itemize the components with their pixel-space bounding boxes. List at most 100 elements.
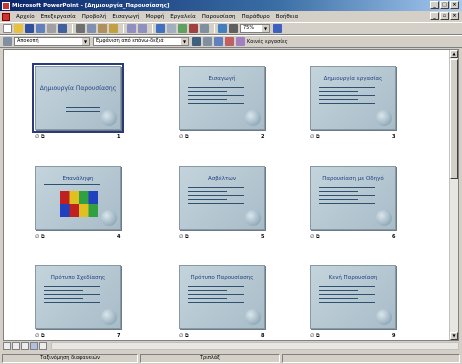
expand-all-icon[interactable] [218,24,227,33]
close-button[interactable]: × [450,1,459,9]
slide-number: 2 [261,134,265,140]
rehearse-timings-icon[interactable] [214,37,223,46]
slide-number: 5 [261,234,265,240]
doc-close-button[interactable]: × [450,12,459,20]
transition-icon[interactable]: ∅ ⧉ [35,234,45,240]
chevron-down-icon[interactable]: ▼ [181,38,188,45]
vertical-scrollbar[interactable]: ▲ ▼ [449,50,458,340]
slide-number: 8 [261,333,265,339]
normal-view-button[interactable] [3,342,11,350]
email-icon[interactable] [36,24,45,33]
menu-help[interactable]: Βοήθεια [273,14,301,20]
slide-body-lines [319,286,375,306]
transition-icon[interactable]: ∅ ⧉ [179,134,189,140]
menu-format[interactable]: Μορφή [142,14,167,20]
slide-thumbnail[interactable]: Πρότυπο Παρουσίασης [179,265,265,329]
copy-icon[interactable] [87,24,96,33]
maximize-button[interactable]: □ [440,1,449,9]
status-blank [282,353,460,363]
document-icon[interactable] [2,12,10,21]
common-tasks-button[interactable]: Κοινές εργασίες [247,39,288,45]
menu-tools[interactable]: Εργαλεία [167,14,199,20]
redo-icon[interactable] [138,24,147,33]
slide-body-lines [319,87,375,107]
speaker-notes-icon[interactable] [236,37,245,46]
zoom-value: 75% [243,25,255,31]
scroll-up-icon[interactable]: ▲ [450,50,458,58]
transition-icon[interactable]: ∅ ⧉ [35,333,45,339]
new-icon[interactable] [3,24,12,33]
hide-slide-icon[interactable] [203,37,212,46]
help-icon[interactable] [273,24,282,33]
menu-view[interactable]: Προβολή [79,14,110,20]
slide-number: 4 [117,234,121,240]
slide-thumbnail[interactable]: Δημιουργία εργασίας [310,66,396,130]
menu-window[interactable]: Παράθυρο [239,14,273,20]
globe-icon [101,210,117,226]
transition-icon[interactable]: ∅ ⧉ [310,234,320,240]
menu-file[interactable]: Αρχείο [13,14,38,20]
save-icon[interactable] [25,24,34,33]
minimize-button[interactable]: _ [430,1,439,9]
title-bar: Microsoft PowerPoint - [Δημιουργία_Παρου… [0,0,462,11]
summary-slide-icon[interactable] [225,37,234,46]
window-title: Microsoft PowerPoint - [Δημιουργία_Παρου… [12,2,170,9]
slide-thumbnail[interactable]: Επανάληψη [35,166,121,230]
slide-number: 7 [117,333,121,339]
spelling-icon[interactable] [58,24,67,33]
transition-icon[interactable]: ∅ ⧉ [35,134,45,140]
new-slide-icon[interactable] [200,24,209,33]
slide-body-lines [44,286,100,306]
doc-minimize-button[interactable]: _ [430,12,439,20]
view-bar [3,341,459,351]
scroll-thumb[interactable] [450,59,458,179]
animation-preview-icon[interactable] [192,37,201,46]
slide-transition-icon[interactable] [3,37,12,46]
text-preset-animation-select[interactable]: Εμφάνιση από επάνω-δεξιά ▼ [93,37,189,46]
outline-view-button[interactable] [12,342,20,350]
print-icon[interactable] [47,24,56,33]
globe-icon [101,110,117,126]
slide-thumbnail[interactable]: Εισαγωγή [179,66,265,130]
slide-sorter-view-button[interactable] [30,342,38,350]
status-view: Ταξινόμηση διαφανειών [2,353,138,363]
menu-insert[interactable]: Εισαγωγή [109,14,142,20]
slide-thumbnail[interactable]: Ασβέλτων [179,166,265,230]
paste-icon[interactable] [98,24,107,33]
scroll-down-icon[interactable]: ▼ [450,332,458,340]
transition-icon[interactable]: ∅ ⧉ [179,333,189,339]
chevron-down-icon[interactable]: ▼ [82,38,89,45]
insert-chart-icon[interactable] [189,24,198,33]
hyperlink-icon[interactable] [156,24,165,33]
slide-thumbnail[interactable]: Παρουσίαση με Οδηγό [310,166,396,230]
grayscale-icon[interactable] [229,24,238,33]
cut-icon[interactable] [76,24,85,33]
menu-bar: Αρχείο Επεξεργασία Προβολή Εισαγωγή Μορφ… [0,11,462,22]
menu-edit[interactable]: Επεξεργασία [38,14,79,20]
slide-title: Πρότυπο Παρουσίασης [190,275,254,281]
slide-title: Επανάληψη [62,176,94,182]
undo-icon[interactable] [127,24,136,33]
transition-icon[interactable]: ∅ ⧉ [179,234,189,240]
transition-effect-select[interactable]: Αποκοπή ▼ [14,37,90,46]
transition-icon[interactable]: ∅ ⧉ [310,134,320,140]
doc-restore-button[interactable]: ▫ [440,12,449,20]
transition-icon[interactable]: ∅ ⧉ [310,333,320,339]
globe-icon [245,110,261,126]
insert-table-icon[interactable] [178,24,187,33]
globe-icon [376,210,392,226]
format-painter-icon[interactable] [109,24,118,33]
chevron-down-icon[interactable]: ▼ [262,25,269,32]
slide-thumbnail[interactable]: Δημιουργία Παρουσίασης [32,63,124,133]
horizontal-scrollbar[interactable] [51,342,459,350]
open-icon[interactable] [14,24,23,33]
menu-slideshow[interactable]: Παρουσίαση [199,14,239,20]
zoom-select[interactable]: 75% ▼ [240,24,270,33]
slide-body-lines [319,187,375,207]
slide-view-button[interactable] [21,342,29,350]
powerpoint-app-icon[interactable] [2,1,10,10]
slide-thumbnail[interactable]: Πρότυπο Σχεδίασης [35,265,121,329]
slideshow-button[interactable] [39,342,47,350]
tables-borders-icon[interactable] [167,24,176,33]
slide-thumbnail[interactable]: Κενή Παρουσίαση [310,265,396,329]
